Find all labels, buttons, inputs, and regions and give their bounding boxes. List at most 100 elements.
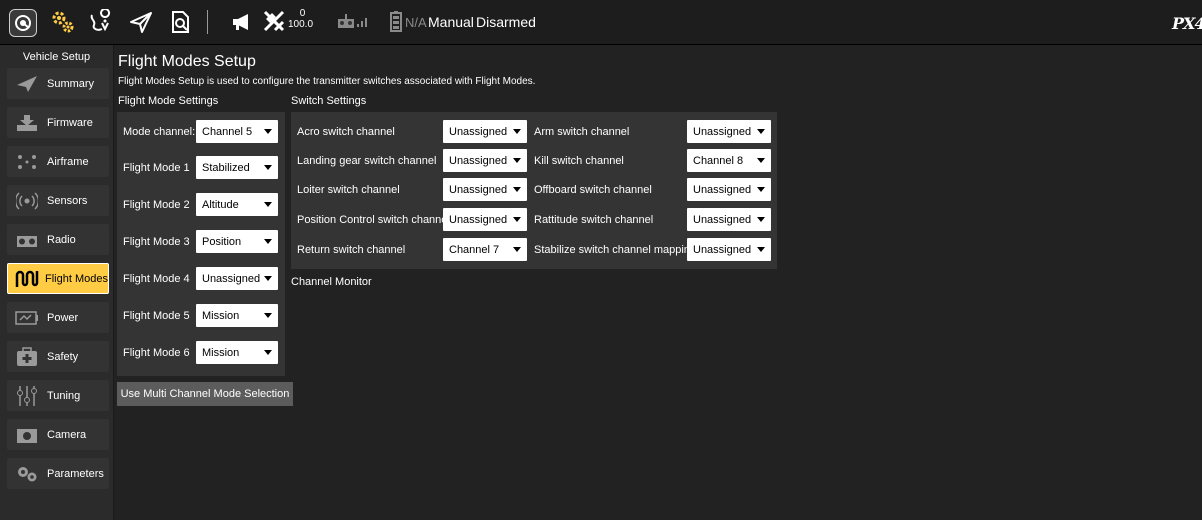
dropdown-arrow-icon [264,239,272,244]
gps-satellite-count: 0 [299,8,306,19]
return-switch-dropdown[interactable]: Channel 7 [443,238,527,261]
flight-mode-4-label: Flight Mode 4 [123,272,190,285]
flight-modes-page: Flight Modes Setup Flight Modes Setup is… [114,45,1202,520]
sidebar-title: Vehicle Setup [22,51,91,63]
dropdown-arrow-icon [264,202,272,207]
sidebar-item-safety[interactable]: Safety [7,341,109,372]
dropdown-value: Unassigned [449,125,508,138]
plan-route-icon[interactable] [86,6,116,38]
dropdown-value: Unassigned [449,154,508,167]
sidebar-item-radio[interactable]: Radio [7,224,109,255]
offboard-switch-dropdown[interactable]: Unassigned [687,178,771,201]
sidebar-item-power[interactable]: Power [7,302,109,333]
qgc-home-icon[interactable] [9,9,37,37]
acro-switch-dropdown[interactable]: Unassigned [443,120,527,143]
gps-hdop: 100.0 [288,19,314,30]
airframe-icon [11,150,43,174]
sensors-icon [11,189,43,213]
dropdown-value: Unassigned [693,183,752,196]
sidebar-item-label: Power [47,311,79,324]
landing-gear-switch-label: Landing gear switch channel [297,155,437,167]
loiter-switch-dropdown[interactable]: Unassigned [443,178,527,201]
dropdown-value: Unassigned [449,213,508,226]
sidebar-item-label: Firmware [47,116,93,129]
mode-channel-dropdown[interactable]: Channel 5 [196,120,278,143]
send-plane-icon[interactable] [126,6,156,38]
gears-icon[interactable] [48,6,78,38]
sidebar-item-camera[interactable]: Camera [7,419,109,450]
dropdown-value: Unassigned [449,183,508,196]
sidebar-item-label: Safety [47,350,79,363]
top-toolbar: 0 100.0 N/A Manual Disarmed PX4 [0,0,1202,45]
sidebar-item-flight-modes[interactable]: Flight Modes [7,263,109,294]
flight-mode-3-dropdown[interactable]: Position [196,230,278,253]
dropdown-arrow-icon [264,350,272,355]
position-control-switch-dropdown[interactable]: Unassigned [443,208,527,231]
summary-plane-icon [11,72,43,96]
analyze-icon[interactable] [166,6,196,38]
arm-switch-label: Arm switch channel [534,126,630,138]
arm-status-indicator[interactable]: Disarmed [476,6,536,38]
battery-icon [390,10,402,35]
dropdown-value: Mission [202,309,240,322]
sidebar-item-airframe[interactable]: Airframe [7,146,109,177]
gps-indicator[interactable]: 0 100.0 [262,6,322,38]
landing-gear-switch-dropdown[interactable]: Unassigned [443,149,527,172]
flight-mode-4-dropdown[interactable]: Unassigned [196,267,278,290]
loiter-switch-label: Loiter switch channel [297,184,400,196]
sidebar-item-sensors[interactable]: Sensors [7,185,109,216]
dropdown-value: Channel 7 [449,243,500,256]
dropdown-arrow-icon [757,247,765,252]
firmware-download-icon [11,111,43,135]
switch-settings-heading: Switch Settings [291,95,367,107]
sidebar-item-firmware[interactable]: Firmware [7,107,109,138]
toolbar-separator [207,10,208,34]
tuning-sliders-icon [11,384,43,408]
sidebar-item-label: Sensors [47,194,88,207]
dropdown-value: Mission [202,346,240,359]
kill-switch-label: Kill switch channel [534,155,624,167]
dropdown-value: Stabilized [202,161,250,174]
sidebar-item-parameters[interactable]: Parameters [7,458,109,489]
megaphone-icon[interactable] [230,6,256,38]
brand-logo: PX4 [1172,14,1202,33]
dropdown-arrow-icon [513,247,521,252]
sidebar-item-tuning[interactable]: Tuning [7,380,109,411]
dropdown-value: Unassigned [202,272,261,285]
dropdown-value: Position [202,235,242,248]
sidebar-item-summary[interactable]: Summary [7,68,109,99]
radio-icon [11,228,43,252]
dropdown-value: Unassigned [693,213,752,226]
rattitude-switch-label: Rattitude switch channel [534,214,654,226]
return-switch-label: Return switch channel [297,244,406,256]
flight-modes-icon [12,267,41,291]
dropdown-arrow-icon [513,187,521,192]
flight-mode-5-label: Flight Mode 5 [123,309,190,322]
sidebar-item-label: Camera [47,428,87,441]
sidebar-item-label: Flight Modes [45,272,108,285]
flight-mode-1-label: Flight Mode 1 [123,161,190,174]
page-title: Flight Modes Setup [118,53,256,70]
dropdown-arrow-icon [757,187,765,192]
kill-switch-dropdown[interactable]: Channel 8 [687,149,771,172]
dropdown-arrow-icon [264,165,272,170]
camera-icon [11,423,43,447]
flight-mode-5-dropdown[interactable]: Mission [196,304,278,327]
stabilize-switch-dropdown[interactable]: Unassigned [687,238,771,261]
multi-channel-mode-button[interactable]: Use Multi Channel Mode Selection [117,382,293,406]
flight-mode-2-dropdown[interactable]: Altitude [196,193,278,216]
signal-bars-icon [356,14,370,31]
sidebar-item-label: Radio [47,233,76,246]
dropdown-arrow-icon [757,217,765,222]
dropdown-arrow-icon [264,129,272,134]
rattitude-switch-dropdown[interactable]: Unassigned [687,208,771,231]
dropdown-arrow-icon [264,276,272,281]
flight-mode-6-dropdown[interactable]: Mission [196,341,278,364]
rc-rssi-indicator[interactable] [336,6,376,38]
flight-mode-indicator[interactable]: Manual [428,6,474,38]
flight-mode-3-label: Flight Mode 3 [123,235,190,248]
arm-switch-dropdown[interactable]: Unassigned [687,120,771,143]
flight-mode-1-dropdown[interactable]: Stabilized [196,156,278,179]
dropdown-arrow-icon [264,313,272,318]
flight-mode-settings-panel: Mode channel: Channel 5 Flight Mode 1 St… [117,112,285,376]
